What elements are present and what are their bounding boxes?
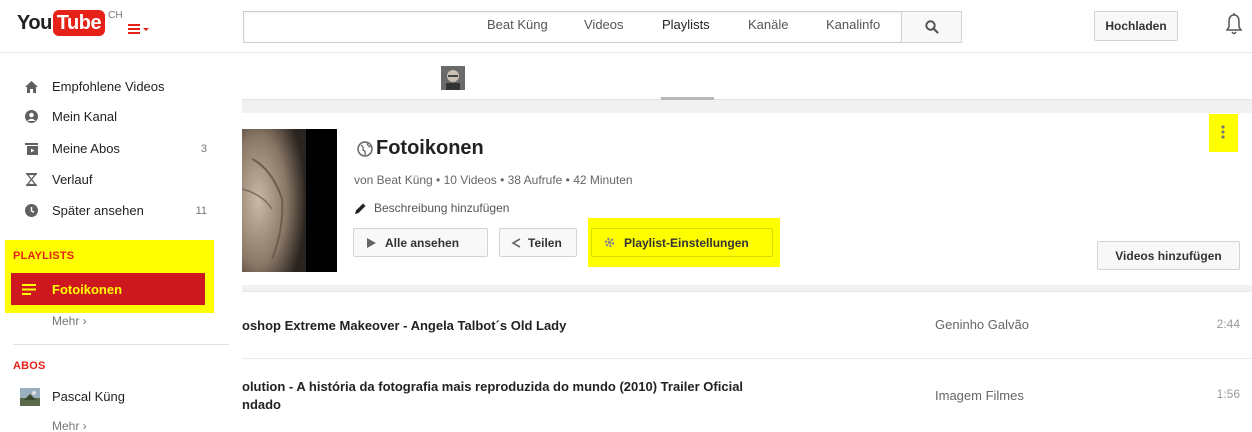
play-icon bbox=[367, 237, 376, 248]
video-title[interactable]: olution - A história da fotografia mais … bbox=[242, 378, 743, 395]
pencil-icon bbox=[355, 203, 366, 214]
sidebar-item-label: Verlauf bbox=[52, 172, 93, 187]
playlist-title: Fotoikonen bbox=[357, 137, 484, 160]
abos-more-link[interactable]: Mehr › bbox=[52, 419, 87, 432]
youtube-logo[interactable]: You Tube CH bbox=[17, 10, 123, 40]
list-item[interactable]: oshop Extreme Makeover - Angela Talbot´s… bbox=[242, 291, 1252, 358]
active-tab-indicator bbox=[661, 97, 714, 100]
gear-icon bbox=[604, 237, 615, 248]
tab-channels[interactable]: Kanäle bbox=[748, 17, 788, 32]
channel-avatar[interactable] bbox=[441, 66, 465, 90]
play-all-label: Alle ansehen bbox=[385, 235, 460, 250]
list-item[interactable]: olution - A história da fotografia mais … bbox=[242, 358, 1252, 432]
notification-bell-icon[interactable] bbox=[1225, 12, 1243, 38]
sidebar-item-label: Später ansehen bbox=[52, 203, 144, 218]
play-all-button[interactable]: Alle ansehen bbox=[353, 228, 488, 257]
sidebar-item-pascal-kung[interactable]: Pascal Küng bbox=[0, 381, 242, 412]
video-duration: 2:44 bbox=[1216, 317, 1240, 331]
sidebar-item-label: Meine Abos bbox=[52, 141, 120, 156]
search-input[interactable] bbox=[243, 11, 901, 43]
region-code: CH bbox=[108, 10, 123, 21]
share-icon bbox=[511, 237, 521, 248]
tab-videos[interactable]: Videos bbox=[584, 17, 624, 32]
sidebar-divider bbox=[13, 344, 229, 345]
sidebar-item-label: Fotoikonen bbox=[52, 281, 123, 297]
channel-nav bbox=[242, 53, 1252, 100]
abos-heading: ABOS bbox=[13, 360, 46, 372]
avatar bbox=[20, 387, 40, 406]
playlist-meta: von Beat Küng • 10 Videos • 38 Aufrufe •… bbox=[354, 173, 633, 187]
sidebar-item-count: 3 bbox=[200, 142, 207, 155]
add-videos-button[interactable]: Videos hinzufügen bbox=[1097, 241, 1240, 270]
home-icon bbox=[24, 80, 38, 94]
sidebar-item-label: Pascal Küng bbox=[52, 389, 125, 404]
globe-icon bbox=[357, 140, 373, 157]
add-description-link[interactable]: Beschreibung hinzufügen bbox=[354, 201, 509, 215]
playlists-heading: PLAYLISTS bbox=[13, 250, 75, 262]
guide-menu-icon[interactable] bbox=[128, 22, 150, 36]
tab-channel-home[interactable]: Beat Küng bbox=[487, 17, 548, 32]
sidebar-item-label: Empfohlene Videos bbox=[52, 79, 165, 94]
playlist-settings-label: Playlist-Einstellungen bbox=[624, 235, 749, 250]
video-owner[interactable]: Geninho Galvão bbox=[935, 317, 1029, 332]
subscriptions-icon bbox=[24, 142, 38, 156]
tab-playlists[interactable]: Playlists bbox=[662, 17, 710, 32]
hourglass-icon bbox=[24, 173, 38, 187]
sidebar-item-label: Mein Kanal bbox=[52, 109, 118, 124]
sidebar-item-history[interactable]: Verlauf bbox=[0, 164, 242, 195]
sidebar-item-watch-later[interactable]: Später ansehen 11 bbox=[0, 195, 242, 226]
sidebar-item-recommended[interactable]: Empfohlene Videos bbox=[0, 71, 242, 102]
playlists-more-link[interactable]: Mehr › bbox=[52, 314, 87, 328]
video-owner[interactable]: Imagem Filmes bbox=[935, 388, 1024, 403]
video-title-continued[interactable]: ndado bbox=[242, 396, 281, 413]
logo-you: You bbox=[17, 12, 52, 34]
upload-button[interactable]: Hochladen bbox=[1094, 11, 1178, 41]
share-button[interactable]: Teilen bbox=[499, 228, 577, 257]
playlist-title-text: Fotoikonen bbox=[376, 137, 484, 159]
search-button[interactable] bbox=[901, 11, 962, 43]
more-options-icon[interactable] bbox=[1216, 120, 1230, 144]
playlist-icon bbox=[22, 282, 36, 296]
video-title[interactable]: oshop Extreme Makeover - Angela Talbot´s… bbox=[242, 317, 566, 334]
search-icon bbox=[924, 20, 939, 34]
logo-tube: Tube bbox=[52, 10, 106, 36]
sidebar-item-fotoikonen[interactable]: Fotoikonen bbox=[11, 273, 205, 305]
tab-about[interactable]: Kanalinfo bbox=[826, 17, 880, 32]
sidebar-item-count: 11 bbox=[195, 204, 207, 217]
sidebar-item-my-channel[interactable]: Mein Kanal bbox=[0, 101, 242, 132]
add-description-label: Beschreibung hinzufügen bbox=[374, 201, 510, 215]
playlist-thumbnail[interactable] bbox=[242, 129, 337, 272]
playlist-settings-button[interactable]: Playlist-Einstellungen bbox=[591, 228, 773, 257]
clock-icon bbox=[24, 204, 38, 218]
video-duration: 1:56 bbox=[1216, 387, 1240, 401]
share-label: Teilen bbox=[528, 235, 562, 250]
user-icon bbox=[24, 110, 38, 124]
sidebar-item-subscriptions[interactable]: Meine Abos 3 bbox=[0, 133, 242, 164]
